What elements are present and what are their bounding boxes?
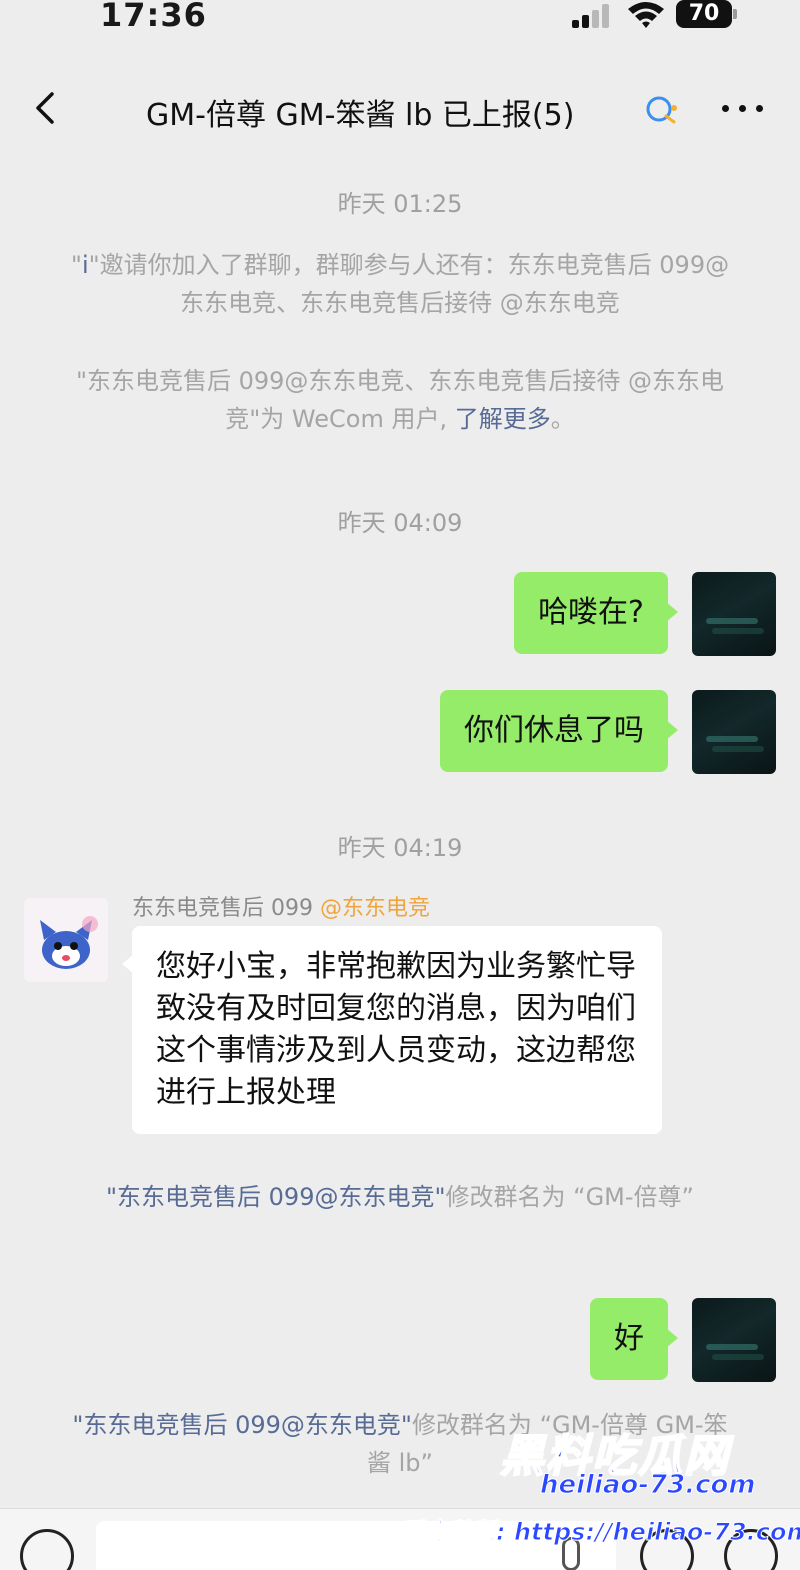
signal-icon xyxy=(572,4,616,28)
wecom-chat-icon xyxy=(646,96,677,124)
message-input[interactable] xyxy=(96,1521,616,1570)
my-avatar[interactable] xyxy=(692,1298,776,1382)
message-bubble-sent[interactable]: 哈喽在? xyxy=(514,572,678,654)
system-message-wecom: "东东电竞售后 099@东东电竞、东东电竞售后接待 @东东电竞"为 WeCom … xyxy=(75,367,725,433)
message-bubble-received[interactable]: 您好小宝，非常抱歉因为业务繁忙导致没有及时回复您的消息，因为咱们这个事情涉及到人… xyxy=(122,926,662,1134)
status-time: 17:36 xyxy=(100,0,207,34)
message-bubble-sent[interactable]: 你们休息了吗 xyxy=(440,690,678,772)
back-arrow-icon[interactable] xyxy=(28,88,68,128)
cat-avatar-icon xyxy=(40,916,98,969)
message-bubble-sent[interactable]: 好 xyxy=(590,1298,678,1380)
timestamp: 昨天 04:19 xyxy=(337,834,463,862)
my-avatar[interactable] xyxy=(692,690,776,774)
renamer-name[interactable]: "东东电竞售后 099@东东电竞" xyxy=(106,1183,446,1211)
emoji-icon[interactable] xyxy=(640,1529,694,1570)
more-options-icon[interactable] xyxy=(718,98,768,118)
voice-input-icon[interactable] xyxy=(20,1529,74,1570)
microphone-icon[interactable] xyxy=(562,1537,580,1570)
learn-more-link[interactable]: 了解更多 xyxy=(455,405,551,433)
battery-tip xyxy=(733,9,737,19)
battery-indicator: 70 xyxy=(676,0,732,28)
wifi-icon xyxy=(628,2,664,28)
input-bar xyxy=(0,1508,800,1570)
sender-org-tag: @东东电竞 xyxy=(319,896,430,921)
system-message-rename: "东东电竞售后 099@东东电竞"修改群名为 “GM-倍尊 GM-笨酱 lb” xyxy=(72,1411,728,1477)
chat-title: GM-倍尊 GM-笨酱 lb 已上报(5) xyxy=(146,98,575,133)
timestamp: 昨天 04:09 xyxy=(337,509,463,537)
sender-name: 东东电竞售后 099 @东东电竞 xyxy=(132,896,430,921)
inviter-name[interactable]: i xyxy=(82,251,89,279)
chat-header: GM-倍尊 GM-笨酱 lb 已上报(5) xyxy=(0,70,800,150)
system-message-invite: "i"邀请你加入了群聊，群聊参与人还有：东东电竞售后 099@东东电竞、东东电竞… xyxy=(70,251,730,317)
renamer-name[interactable]: "东东电竞售后 099@东东电竞" xyxy=(72,1411,412,1439)
sender-avatar[interactable] xyxy=(24,898,108,982)
plus-icon[interactable] xyxy=(724,1529,778,1570)
status-bar: 17:36 70 xyxy=(0,0,800,40)
timestamp: 昨天 01:25 xyxy=(337,190,463,218)
system-message-rename: "东东电竞售后 099@东东电竞"修改群名为 “GM-倍尊” xyxy=(106,1183,694,1211)
my-avatar[interactable] xyxy=(692,572,776,656)
